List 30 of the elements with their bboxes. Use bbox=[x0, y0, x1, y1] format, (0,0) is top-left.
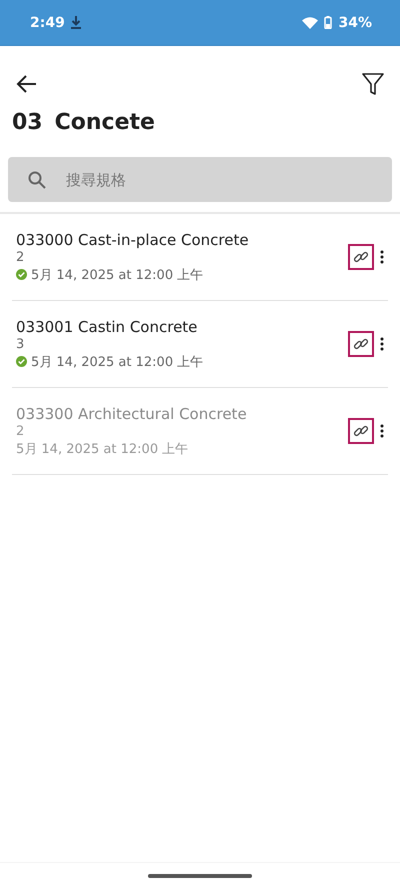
link-icon bbox=[353, 249, 369, 265]
spec-revision: 3 bbox=[16, 336, 26, 352]
category-title: Concete bbox=[54, 110, 155, 135]
spec-revision: 2 bbox=[16, 424, 26, 438]
spec-title: 033001 Castin Concrete bbox=[16, 318, 198, 336]
spec-date: 5月 14, 2025 at 12:00 上午 bbox=[31, 266, 204, 284]
filter-button[interactable] bbox=[362, 72, 384, 96]
more-options-icon[interactable] bbox=[380, 337, 384, 351]
spec-date: 5月 14, 2025 at 12:00 上午 bbox=[16, 440, 188, 458]
spec-title: 033300 Architectural Concrete bbox=[16, 404, 248, 422]
link-button[interactable] bbox=[348, 244, 374, 270]
spec-list-item[interactable]: 033000 Cast-in-place Concrete 2 5月 14, 2025 at 12:00 上午 bbox=[12, 214, 388, 301]
search-bar[interactable]: 搜尋規格 bbox=[8, 157, 392, 202]
link-button[interactable] bbox=[348, 331, 374, 357]
status-time: 2:49 bbox=[30, 14, 65, 30]
battery-icon bbox=[324, 16, 332, 29]
back-button[interactable] bbox=[16, 73, 38, 95]
wifi-icon bbox=[302, 16, 318, 28]
download-icon bbox=[70, 16, 81, 29]
spec-date: 5月 14, 2025 at 12:00 上午 bbox=[31, 354, 204, 370]
search-icon bbox=[28, 170, 46, 188]
search-field[interactable]: 搜尋規格 bbox=[64, 170, 372, 190]
link-icon bbox=[353, 336, 369, 352]
spec-list-item[interactable]: 033001 Castin Concrete 3 5月 14, 2025 at 12:00 上午 bbox=[12, 301, 388, 388]
spec-revision: 2 bbox=[16, 250, 26, 264]
more-options-icon[interactable] bbox=[380, 250, 384, 264]
link-icon bbox=[353, 423, 369, 439]
battery-percent: 34% bbox=[338, 14, 372, 30]
spec-title: 033000 Cast-in-place Concrete bbox=[16, 230, 250, 248]
category-code: 03 bbox=[12, 110, 43, 135]
